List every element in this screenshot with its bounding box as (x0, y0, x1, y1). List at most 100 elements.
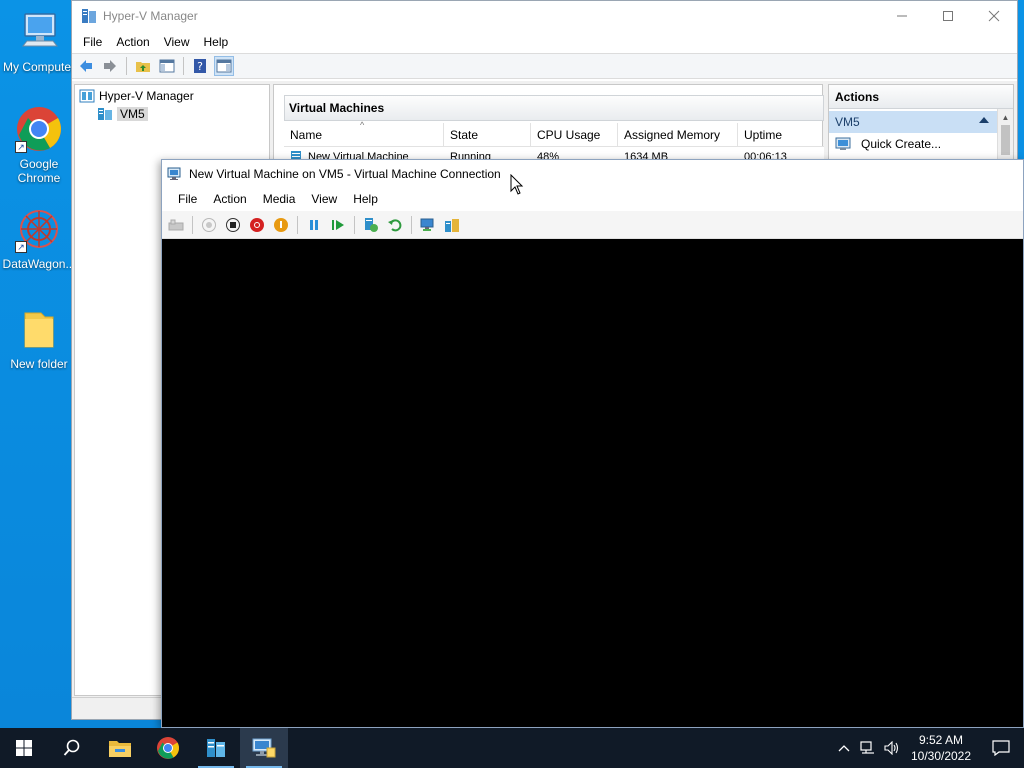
share-button[interactable] (442, 215, 462, 235)
vm-connection-app-icon (167, 166, 183, 182)
vm-connection-window: New Virtual Machine on VM5 - Virtual Mac… (161, 159, 1024, 728)
up-folder-button[interactable] (133, 56, 153, 76)
action-center-button[interactable] (978, 728, 1024, 768)
checkpoint-button[interactable] (361, 215, 381, 235)
actions-header: Actions (829, 85, 1013, 109)
desktop-icon-new-folder[interactable]: New folder (1, 305, 77, 371)
shut-down-button[interactable] (247, 215, 267, 235)
folder-up-icon (136, 62, 150, 72)
show-hide-action-pane-button[interactable] (214, 56, 234, 76)
revert-icon (388, 218, 402, 231)
column-header-state[interactable]: State (444, 123, 531, 146)
ctrl-alt-del-button[interactable] (166, 215, 186, 235)
action-quick-create[interactable]: Quick Create... (829, 133, 1013, 155)
scroll-up-icon[interactable]: ▲ (998, 109, 1013, 125)
vm-connection-toolbar (162, 211, 1023, 239)
start-menu-button[interactable] (0, 728, 48, 768)
turn-off-icon (226, 217, 240, 232)
file-explorer-icon (109, 741, 131, 757)
resume-button[interactable] (328, 215, 348, 235)
menu-view[interactable]: View (303, 192, 345, 206)
enhanced-session-icon (420, 218, 434, 231)
speaker-icon (884, 741, 899, 755)
menu-help[interactable]: Help (197, 35, 236, 49)
maximize-button[interactable] (925, 1, 971, 31)
datawagon-icon: ↗ (15, 205, 63, 253)
back-arrow-icon (80, 60, 92, 72)
shut-down-icon (250, 217, 264, 232)
hyperv-menubar: File Action View Help (72, 31, 1017, 53)
actions-section-label: VM5 (835, 115, 860, 129)
close-button[interactable] (971, 1, 1017, 31)
chrome-icon (157, 737, 179, 759)
show-hide-console-tree-button[interactable] (157, 56, 177, 76)
clock-date: 10/30/2022 (910, 749, 972, 763)
tree-item-hyperv-manager[interactable]: Hyper-V Manager (75, 87, 269, 105)
pause-button[interactable] (304, 215, 324, 235)
checkpoint-icon (365, 217, 378, 232)
desktop-icon-google-chrome[interactable]: ↗ Google Chrome (1, 105, 77, 185)
share-icon (445, 218, 459, 232)
enhanced-session-button[interactable] (418, 215, 438, 235)
vm-connection-titlebar[interactable]: New Virtual Machine on VM5 - Virtual Mac… (162, 160, 1023, 187)
quick-create-icon (835, 137, 851, 150)
action-pane-icon (216, 59, 232, 73)
turn-off-button[interactable] (223, 215, 243, 235)
hyperv-titlebar[interactable]: Hyper-V Manager (72, 1, 1017, 31)
maximize-icon (943, 11, 953, 21)
back-button[interactable] (76, 56, 96, 76)
vm-table-header: ^ Name State CPU Usage Assigned Memory U… (284, 120, 824, 147)
shortcut-arrow-icon: ↗ (15, 241, 27, 253)
vm-display-screen[interactable] (162, 239, 1023, 727)
taskbar-hyperv-manager[interactable] (192, 728, 240, 768)
column-header-cpu-usage[interactable]: CPU Usage (531, 123, 618, 146)
clock[interactable]: 9:52 AM 10/30/2022 (904, 732, 978, 764)
console-tree-icon (159, 59, 175, 73)
menu-action[interactable]: Action (109, 35, 156, 49)
save-state-icon (274, 217, 288, 232)
column-header-assigned-memory[interactable]: Assigned Memory (618, 123, 738, 146)
menu-file[interactable]: File (170, 192, 205, 206)
search-button[interactable] (48, 728, 96, 768)
taskbar-google-chrome[interactable] (144, 728, 192, 768)
menu-help[interactable]: Help (345, 192, 386, 206)
hyperv-manager-icon (79, 88, 95, 104)
notification-icon (992, 740, 1010, 756)
scrollbar-thumb[interactable] (1001, 125, 1010, 155)
action-label: Quick Create... (861, 137, 942, 151)
taskbar-vm-connection[interactable] (240, 728, 288, 768)
column-header-name[interactable]: ^ Name (284, 120, 444, 146)
folder-icon (15, 305, 63, 353)
show-hidden-icons-button[interactable] (832, 728, 856, 768)
start-button[interactable] (199, 215, 219, 235)
column-label: Name (290, 127, 323, 142)
desktop-icon-datawagon[interactable]: ↗ DataWagon... (1, 205, 77, 271)
tree-item-label: Hyper-V Manager (99, 89, 194, 103)
desktop-icon-label: Google Chrome (17, 157, 61, 185)
tree-item-server-vm5[interactable]: VM5 (75, 105, 269, 123)
toolbar-separator (183, 57, 184, 75)
taskbar-file-explorer[interactable] (96, 728, 144, 768)
help-icon: ? (194, 59, 206, 73)
close-icon (988, 10, 1000, 22)
minimize-button[interactable] (879, 1, 925, 31)
save-state-button[interactable] (271, 215, 291, 235)
menu-media[interactable]: Media (255, 192, 304, 206)
forward-button[interactable] (100, 56, 120, 76)
desktop-icon-label: My Computer (2, 60, 76, 74)
search-icon (63, 739, 80, 756)
actions-section-vm5[interactable]: VM5 (829, 111, 997, 133)
volume-button[interactable] (880, 728, 904, 768)
revert-button[interactable] (385, 215, 405, 235)
menu-file[interactable]: File (76, 35, 109, 49)
menu-action[interactable]: Action (205, 192, 254, 206)
svg-text:?: ? (197, 60, 203, 73)
help-button[interactable]: ? (190, 56, 210, 76)
start-icon (202, 217, 216, 232)
menu-view[interactable]: View (157, 35, 197, 49)
desktop-icon-my-computer[interactable]: My Computer (1, 8, 77, 74)
column-header-uptime[interactable]: Uptime (738, 123, 824, 146)
virtual-machines-header: Virtual Machines (284, 95, 824, 121)
network-button[interactable] (856, 728, 880, 768)
mouse-cursor-icon (510, 174, 524, 195)
